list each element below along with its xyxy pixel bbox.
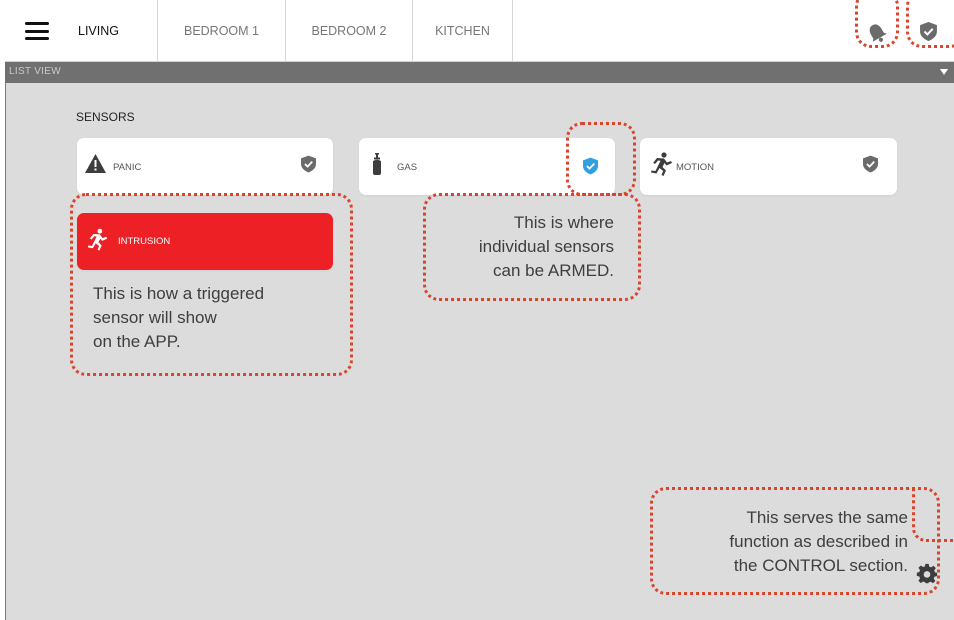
warning-icon bbox=[85, 154, 106, 173]
callout-system-shield bbox=[906, 0, 954, 48]
menu-icon[interactable] bbox=[25, 22, 49, 40]
chevron-down-icon[interactable] bbox=[940, 69, 948, 75]
list-view-bar[interactable]: LIST VIEW bbox=[5, 62, 954, 83]
callout-bell bbox=[855, 0, 899, 48]
gear-icon[interactable] bbox=[916, 563, 938, 585]
arm-shield-icon[interactable] bbox=[301, 155, 316, 173]
tab-kitchen[interactable]: KITCHEN bbox=[413, 0, 513, 62]
sensor-label-gas: GAS bbox=[397, 162, 418, 173]
top-bar: LIVING BEDROOM 1 BEDROOM 2 KITCHEN bbox=[5, 0, 954, 62]
arm-shield-icon[interactable] bbox=[863, 155, 878, 173]
list-view-label: LIST VIEW bbox=[9, 66, 61, 77]
tab-bedroom-1[interactable]: BEDROOM 1 bbox=[158, 0, 286, 62]
running-person-icon bbox=[651, 152, 672, 176]
sensor-label-motion: MOTION bbox=[676, 162, 714, 173]
annotation-control: This serves the same function as describ… bbox=[729, 508, 908, 575]
callout-arm-shield bbox=[566, 122, 636, 196]
tab-bedroom-2[interactable]: BEDROOM 2 bbox=[286, 0, 413, 62]
sensor-label-panic: PANIC bbox=[113, 162, 142, 173]
annotation-triggered-sensor: This is how a triggered sensor will show… bbox=[93, 284, 265, 351]
callout-control-connector bbox=[912, 487, 954, 542]
sensor-card-motion[interactable]: MOTION bbox=[640, 138, 897, 195]
annotation-armed-sensor: This is where individual sensors can be … bbox=[478, 213, 614, 280]
sensor-card-panic[interactable]: PANIC bbox=[77, 138, 333, 195]
tab-living[interactable]: LIVING bbox=[67, 0, 158, 62]
sensors-heading: SENSORS bbox=[76, 110, 135, 124]
gas-cylinder-icon bbox=[373, 153, 381, 175]
